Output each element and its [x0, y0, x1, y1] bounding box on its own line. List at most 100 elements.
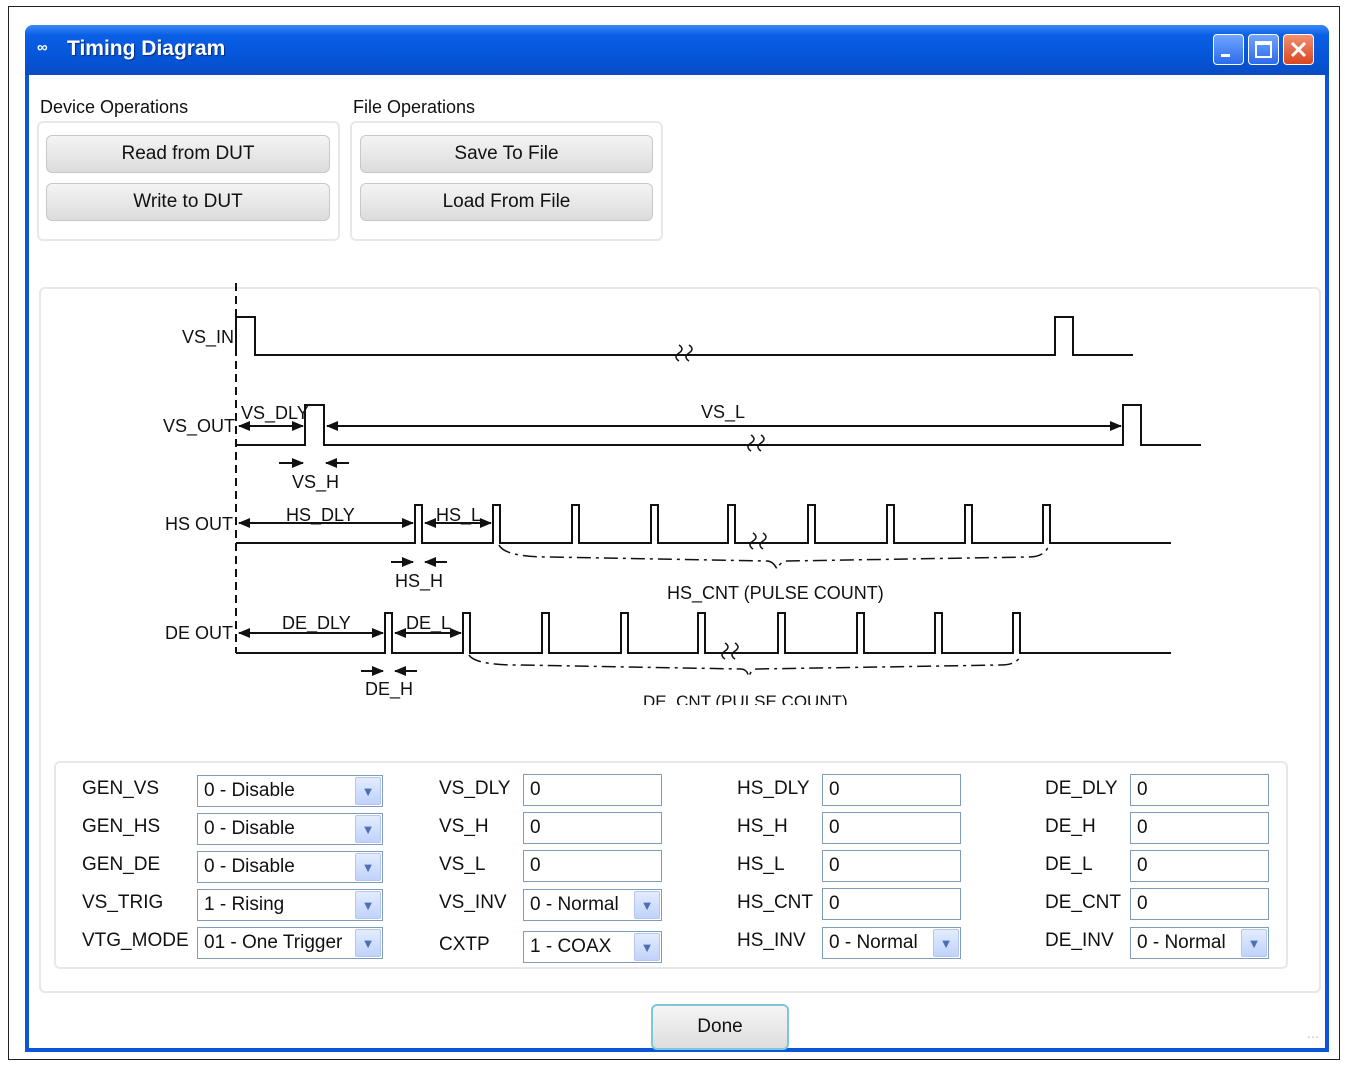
hs-l-input[interactable]: 0 [822, 850, 961, 882]
cxtp-value: 1 - COAX [530, 936, 612, 957]
chevron-down-icon[interactable]: ▼ [355, 891, 381, 919]
hs-h-label: HS_H [737, 816, 788, 837]
label-de-l: DE_L [406, 613, 451, 634]
de-dly-label: DE_DLY [1045, 778, 1118, 799]
label-vs-l: VS_L [701, 402, 745, 423]
label-hs-dly: HS_DLY [286, 505, 355, 526]
cxtp-select[interactable]: 1 - COAX ▼ [523, 931, 662, 963]
de-dly-input[interactable]: 0 [1130, 774, 1269, 806]
gen-de-select[interactable]: 0 - Disable ▼ [197, 851, 383, 883]
maxim-logo-icon: ∞ [37, 39, 48, 56]
hs-h-value: 0 [829, 817, 840, 838]
gen-de-label: GEN_DE [82, 854, 161, 875]
chevron-down-icon[interactable]: ▼ [355, 777, 381, 805]
vtg-mode-label: VTG_MODE [82, 930, 189, 951]
save-to-file-button[interactable]: Save To File [360, 135, 653, 173]
label-vs-h: VS_H [292, 472, 339, 493]
chevron-down-icon[interactable]: ▼ [355, 853, 381, 881]
label-hs-cnt: HS_CNT (PULSE COUNT) [667, 583, 884, 604]
load-from-file-button[interactable]: Load From File [360, 183, 653, 221]
title-bar[interactable]: ∞ Timing Diagram [25, 25, 1329, 75]
write-to-dut-button[interactable]: Write to DUT [46, 183, 330, 221]
vs-trig-select[interactable]: 1 - Rising ▼ [197, 889, 383, 921]
chevron-down-icon[interactable]: ▼ [355, 929, 381, 957]
vs-h-label: VS_H [439, 816, 489, 837]
gen-hs-label: GEN_HS [82, 816, 161, 837]
signal-label-vs-out: VS_OUT [163, 416, 235, 437]
window-title: Timing Diagram [67, 37, 226, 60]
maximize-button[interactable] [1248, 34, 1279, 65]
device-operations-label: Device Operations [40, 97, 189, 117]
hs-cnt-label: HS_CNT [737, 892, 814, 913]
gen-vs-select[interactable]: 0 - Disable ▼ [197, 775, 383, 807]
done-button[interactable]: Done [651, 1004, 789, 1050]
de-cnt-label: DE_CNT [1045, 892, 1122, 913]
hs-inv-select[interactable]: 0 - Normal ▼ [822, 927, 961, 959]
signal-label-vs-in: VS_IN [182, 327, 234, 348]
hs-cnt-value: 0 [829, 893, 840, 914]
de-dly-value: 0 [1137, 779, 1148, 800]
close-icon [1290, 41, 1307, 58]
chevron-down-icon[interactable]: ▼ [355, 815, 381, 843]
hs-inv-label: HS_INV [737, 930, 806, 951]
cxtp-label: CXTP [439, 934, 490, 955]
vs-inv-select[interactable]: 0 - Normal ▼ [523, 889, 662, 921]
timing-diagram: VS_IN VS_OUT HS OUT DE OUT VS_DLY VS_L V… [163, 283, 1201, 705]
vs-l-label: VS_L [439, 854, 486, 875]
minimize-icon [1221, 54, 1230, 57]
hs-dly-label: HS_DLY [737, 778, 810, 799]
gen-vs-value: 0 - Disable [204, 780, 295, 801]
minimize-button[interactable] [1213, 34, 1244, 65]
signal-label-hs-out: HS OUT [165, 514, 233, 534]
vtg-mode-select[interactable]: 01 - One Trigger ▼ [197, 927, 383, 959]
de-inv-select[interactable]: 0 - Normal ▼ [1130, 927, 1269, 959]
gen-hs-select[interactable]: 0 - Disable ▼ [197, 813, 383, 845]
chevron-down-icon[interactable]: ▼ [634, 933, 660, 961]
vs-dly-label: VS_DLY [439, 778, 511, 799]
hs-dly-input[interactable]: 0 [822, 774, 961, 806]
vs-l-input[interactable]: 0 [523, 850, 662, 882]
window-client-area: Device Operations Read from DUT Write to… [29, 75, 1325, 1050]
de-h-label: DE_H [1045, 816, 1096, 837]
label-hs-l: HS_L [436, 505, 481, 526]
break-mark [675, 344, 693, 362]
hs-inv-value: 0 - Normal [829, 932, 918, 953]
chevron-down-icon[interactable]: ▼ [1241, 929, 1267, 957]
label-vs-dly: VS_DLY [241, 403, 309, 424]
resize-grip-icon[interactable]: ⋯ [1307, 1030, 1321, 1044]
chevron-down-icon[interactable]: ▼ [634, 891, 660, 919]
signal-label-de-out: DE OUT [165, 623, 233, 643]
vs-h-input[interactable]: 0 [523, 812, 662, 844]
de-inv-label: DE_INV [1045, 930, 1114, 951]
vs-trig-label: VS_TRIG [82, 892, 164, 913]
hs-h-input[interactable]: 0 [822, 812, 961, 844]
vtg-mode-value: 01 - One Trigger [204, 932, 343, 953]
hs-l-label: HS_L [737, 854, 785, 875]
chevron-down-icon[interactable]: ▼ [933, 929, 959, 957]
hs-dly-value: 0 [829, 779, 840, 800]
de-cnt-input[interactable]: 0 [1130, 888, 1269, 920]
gen-hs-value: 0 - Disable [204, 818, 295, 839]
de-l-label: DE_L [1045, 854, 1093, 875]
de-h-input[interactable]: 0 [1130, 812, 1269, 844]
gen-de-value: 0 - Disable [204, 856, 295, 877]
de-cnt-value: 0 [1137, 893, 1148, 914]
vs-h-value: 0 [530, 817, 541, 838]
break-mark [721, 642, 739, 660]
read-from-dut-button[interactable]: Read from DUT [46, 135, 330, 173]
de-inv-value: 0 - Normal [1137, 932, 1226, 953]
maximize-icon [1255, 41, 1272, 58]
timing-diagram-window: ∞ Timing Diagram Device Operations Read … [25, 25, 1329, 1052]
label-de-cnt: DE_CNT (PULSE COUNT) [643, 692, 848, 705]
hs-cnt-input[interactable]: 0 [822, 888, 961, 920]
de-h-value: 0 [1137, 817, 1148, 838]
vs-in-waveform [235, 316, 1133, 356]
de-l-value: 0 [1137, 855, 1148, 876]
label-hs-h: HS_H [395, 571, 443, 592]
gen-vs-label: GEN_VS [82, 778, 160, 799]
vs-dly-input[interactable]: 0 [523, 774, 662, 806]
vs-trig-value: 1 - Rising [204, 894, 285, 915]
close-button[interactable] [1283, 34, 1314, 65]
hs-l-value: 0 [829, 855, 840, 876]
de-l-input[interactable]: 0 [1130, 850, 1269, 882]
